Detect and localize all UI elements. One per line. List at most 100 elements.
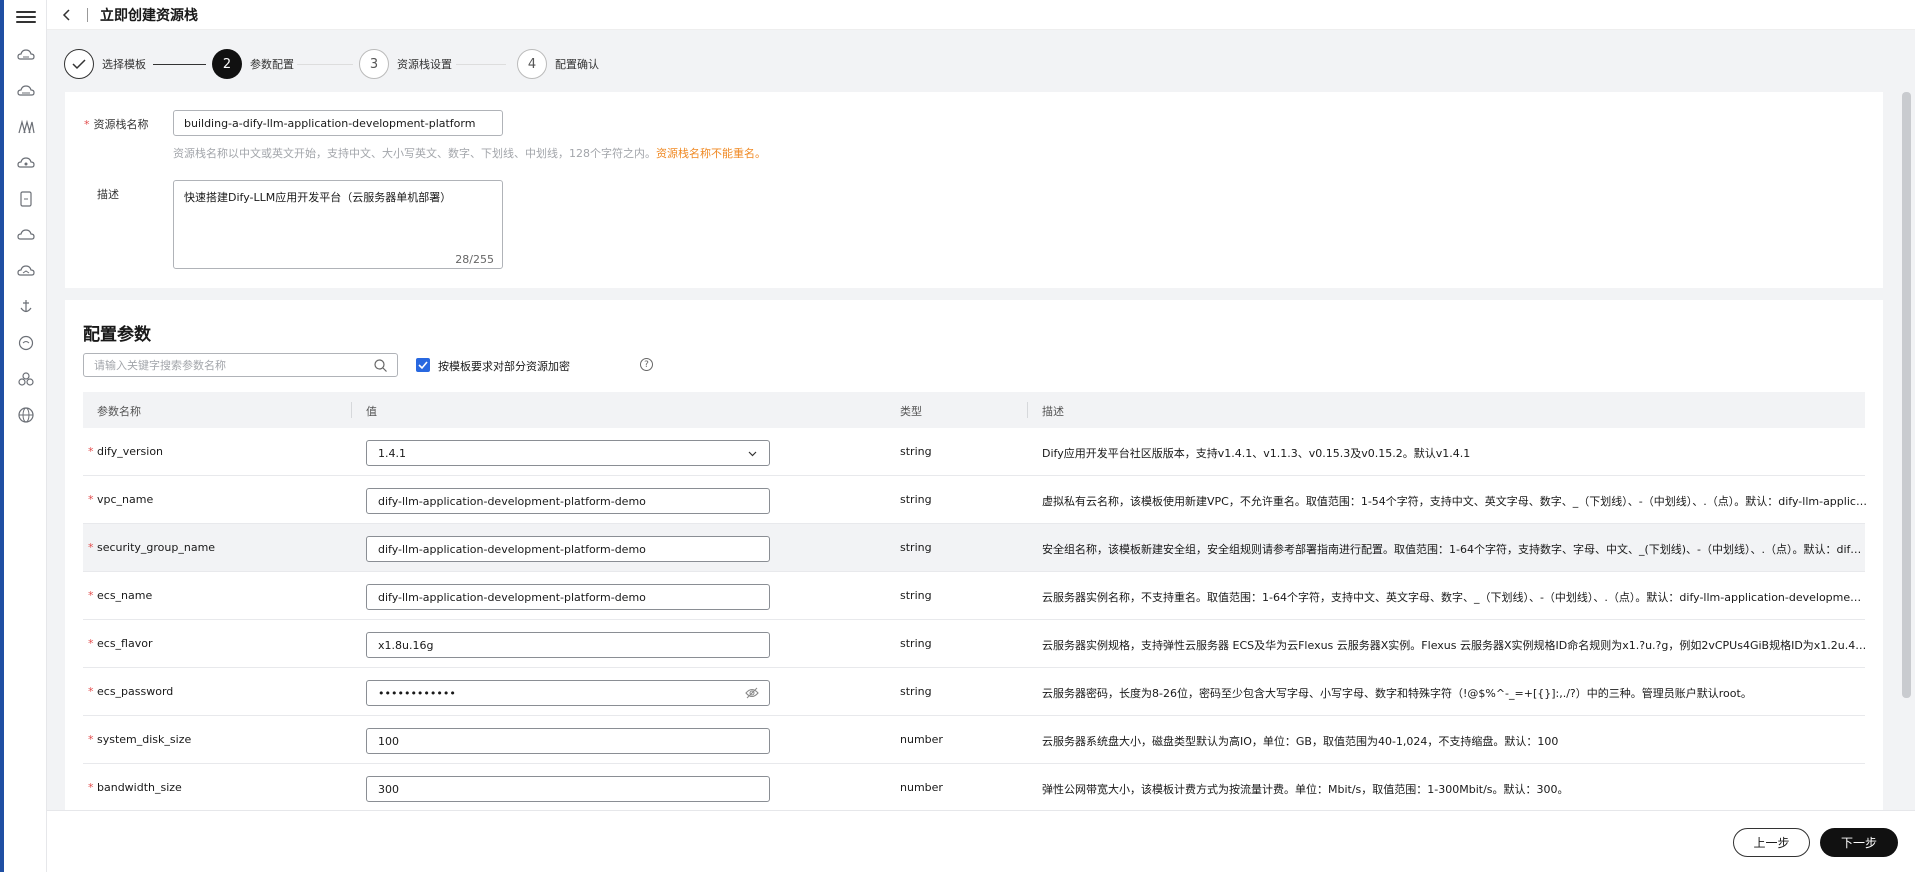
param-desc: 虚拟私有云名称，该模板使用新建VPC，不允许重名。取值范围：1-54个字符，支持…: [1042, 495, 1867, 508]
param-type: number: [900, 781, 943, 794]
page-title: 立即创建资源栈: [100, 8, 198, 24]
scrollbar-thumb[interactable]: [1902, 92, 1911, 698]
encrypt-label[interactable]: 按模板要求对部分资源加密: [438, 358, 570, 374]
description-textarea[interactable]: 快速搭建Dify-LLM应用开发平台（云服务器单机部署） 28/255: [173, 180, 503, 269]
encrypt-checkbox[interactable]: [416, 358, 430, 372]
table-row: * security_group_name dify-llm-applicatio…: [83, 524, 1867, 572]
col-value: 值: [366, 405, 377, 418]
param-type: string: [900, 445, 932, 458]
password-mask: ••••••••••••: [378, 686, 456, 700]
param-desc: Dify应用开发平台社区版版本，支持v1.4.1、v1.1.3、v0.15.3及…: [1042, 447, 1471, 460]
cloud-service-icon[interactable]: [17, 155, 35, 171]
param-type: string: [900, 685, 932, 698]
back-icon[interactable]: [59, 7, 75, 23]
param-name: * vpc_name: [88, 493, 154, 506]
left-sidebar: [0, 0, 47, 872]
chat-icon[interactable]: [17, 335, 35, 351]
param-type: number: [900, 733, 943, 746]
deploy-icon[interactable]: [17, 299, 35, 315]
params-title: 配置参数: [83, 325, 151, 345]
param-desc: 云服务器密码，长度为8-26位，密码至少包含大写字母、小写字母、数字和特殊字符（…: [1042, 687, 1752, 700]
col-divider: [1027, 402, 1028, 418]
password-input[interactable]: ••••••••••••: [366, 680, 770, 706]
step-2-circle: 2: [212, 49, 242, 79]
search-placeholder: 请输入关键字搜索参数名称: [94, 359, 226, 372]
stack-name-label: * 资源栈名称: [84, 118, 149, 131]
param-desc: 云服务器系统盘大小，磁盘类型默认为高IO，单位：GB，取值范围为40-1,024…: [1042, 735, 1559, 748]
table-row: * ecs_name dify-llm-application-developme…: [83, 572, 1867, 620]
param-input[interactable]: x1.8u.16g: [366, 632, 770, 658]
step-3-circle: 3: [359, 49, 389, 79]
prev-button[interactable]: 上一步: [1733, 828, 1810, 857]
document-icon[interactable]: [17, 191, 35, 207]
table-row: * vpc_name dify-llm-application-developme…: [83, 476, 1867, 524]
page-scrollbar[interactable]: [1902, 92, 1911, 810]
footer-bar: 上一步 下一步: [47, 810, 1915, 872]
table-row: * ecs_flavor x1.8u.16g string 云服务器实例规格，支持…: [83, 620, 1867, 668]
step-4-label: 配置确认: [555, 58, 599, 71]
cloud-server-icon[interactable]: [17, 47, 35, 63]
globe-icon[interactable]: [17, 407, 35, 423]
table-header: 参数名称 值 类型 描述: [83, 392, 1865, 428]
param-name: * ecs_name: [88, 589, 153, 602]
step-2-label: 参数配置: [250, 58, 294, 71]
basic-info-card: * 资源栈名称 building-a-dify-llm-application-d…: [65, 92, 1883, 288]
param-input[interactable]: dify-llm-application-development-platfor…: [366, 488, 770, 514]
param-type: string: [900, 541, 932, 554]
step-1-circle: [64, 49, 94, 79]
step-1: 选择模板: [64, 49, 146, 79]
step-4: 4 配置确认: [517, 49, 599, 79]
param-desc: 安全组名称，该模板新建安全组，安全组规则请参考部署指南进行配置。取值范围：1-6…: [1042, 543, 1867, 556]
param-input[interactable]: dify-llm-application-development-platfor…: [366, 536, 770, 562]
table-row: * system_disk_size 100 number 云服务器系统盘大小，磁…: [83, 716, 1865, 764]
chevron-down-icon: [748, 451, 757, 457]
param-search-input[interactable]: 请输入关键字搜索参数名称: [83, 353, 398, 377]
param-name: * ecs_password: [88, 685, 174, 698]
stack-name-input[interactable]: building-a-dify-llm-application-developm…: [173, 110, 503, 136]
step-connector-1: [153, 64, 206, 65]
cluster-icon[interactable]: [17, 371, 35, 387]
network-icon[interactable]: [17, 119, 35, 135]
param-type: string: [900, 637, 932, 650]
check-icon: [72, 59, 86, 70]
col-divider: [351, 402, 352, 418]
col-desc: 描述: [1042, 405, 1064, 418]
description-counter: 28/255: [455, 253, 494, 266]
cloud-network-icon[interactable]: [17, 263, 35, 279]
param-type: string: [900, 493, 932, 506]
description-label: 描述: [97, 188, 119, 201]
col-name: 参数名称: [97, 405, 141, 418]
table-row: * ecs_password •••••••••••• string 云服务器密码…: [83, 668, 1865, 716]
param-type: string: [900, 589, 932, 602]
menu-icon[interactable]: [16, 8, 36, 28]
step-2: 2 参数配置: [212, 49, 294, 79]
step-1-label: 选择模板: [102, 58, 146, 71]
cloud-icon[interactable]: [17, 227, 35, 243]
table-row: * dify_version 1.4.1 string Dify应用开发平台社区版…: [83, 428, 1865, 476]
col-type: 类型: [900, 405, 922, 418]
param-value: 1.4.1: [378, 446, 406, 460]
description-text: 快速搭建Dify-LLM应用开发平台（云服务器单机部署）: [184, 191, 452, 204]
param-input[interactable]: 100: [366, 728, 770, 754]
param-input[interactable]: 300: [366, 776, 770, 802]
param-input[interactable]: dify-llm-application-development-platfor…: [366, 584, 770, 610]
search-icon[interactable]: [374, 359, 387, 372]
param-name: * system_disk_size: [88, 733, 192, 746]
param-name: * bandwidth_size: [88, 781, 182, 794]
param-name: * ecs_flavor: [88, 637, 153, 650]
help-icon[interactable]: ?: [640, 358, 653, 371]
param-desc: 弹性公网带宽大小，该模板计费方式为按流量计费。单位：Mbit/s，取值范围：1-…: [1042, 783, 1569, 796]
param-desc: 云服务器实例规格，支持弹性云服务器 ECS及华为云Flexus 云服务器X实例。…: [1042, 639, 1867, 652]
table-row: * bandwidth_size 300 number 弹性公网带宽大小，该模板计…: [83, 764, 1865, 810]
eye-icon[interactable]: [745, 687, 759, 699]
header-divider: [87, 8, 88, 22]
next-button[interactable]: 下一步: [1820, 828, 1898, 857]
cloud-storage-icon[interactable]: [17, 83, 35, 99]
checkmark-icon: [418, 361, 428, 370]
step-connector-2: [297, 64, 353, 65]
param-name: * dify_version: [88, 445, 164, 458]
param-select[interactable]: 1.4.1: [366, 440, 770, 466]
param-desc: 云服务器实例名称，不支持重名。取值范围：1-64个字符，支持中文、英文字母、数字…: [1042, 591, 1867, 604]
param-name: * security_group_name: [88, 541, 216, 554]
page-header: 立即创建资源栈: [47, 0, 1915, 30]
